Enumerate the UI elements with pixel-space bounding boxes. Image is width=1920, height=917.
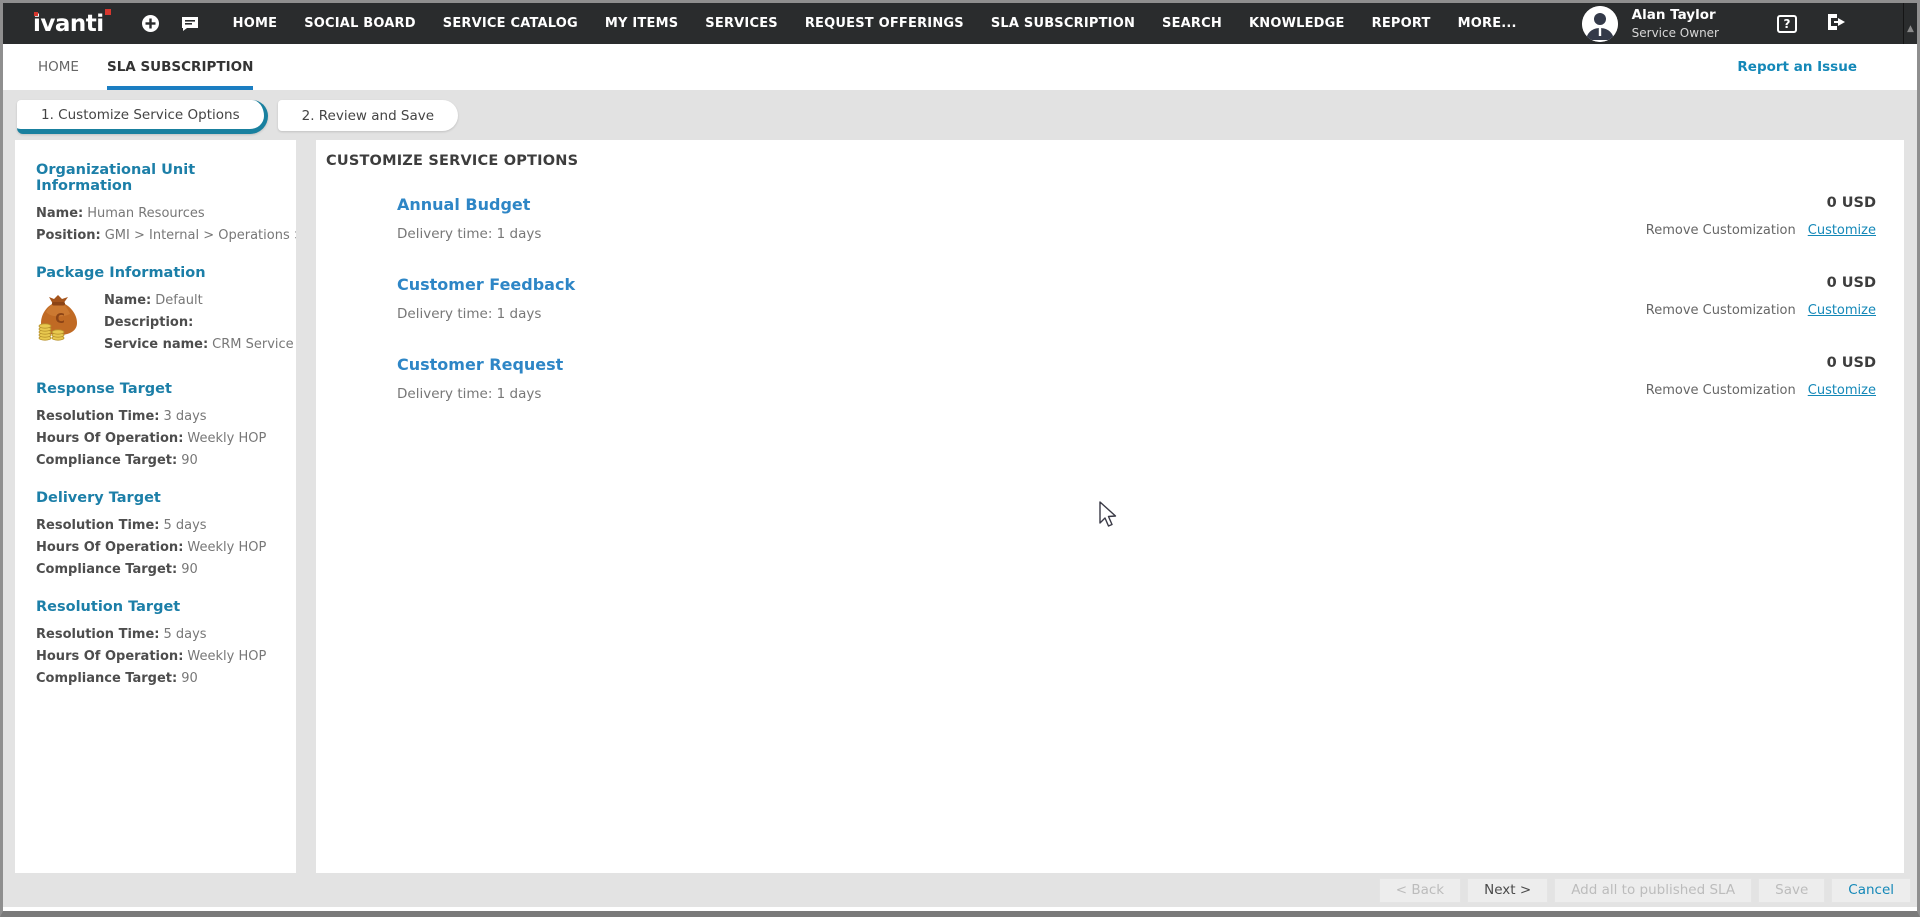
field-compliance-target: Compliance Target:90	[36, 562, 284, 577]
field-position: Position:GMI > Internal > Operations > H…	[36, 228, 284, 243]
top-navigation-bar: ivanti HOME SOCIAL BOARD SERVICE CATALOG…	[3, 3, 1917, 44]
menu-item-services[interactable]: SERVICES	[705, 16, 778, 31]
main-menu: HOME SOCIAL BOARD SERVICE CATALOG MY ITE…	[233, 16, 1517, 31]
option-price: 0 USD	[1646, 195, 1876, 211]
field-resolution-time: Resolution Time:5 days	[36, 518, 284, 533]
ivanti-logo: ivanti	[33, 11, 104, 37]
option-delivery-time: Delivery time: 1 days	[397, 306, 575, 322]
service-option-annual-budget: Annual Budget Delivery time: 1 days 0 US…	[326, 195, 1876, 242]
org-unit-section: Organizational Unit Information Name:Hum…	[36, 162, 284, 243]
chat-icon[interactable]	[181, 16, 199, 32]
option-price: 0 USD	[1646, 355, 1876, 371]
cancel-button[interactable]: Cancel	[1831, 878, 1911, 903]
add-all-to-published-sla-button[interactable]: Add all to published SLA	[1554, 878, 1752, 903]
menu-item-sla-subscription[interactable]: SLA SUBSCRIPTION	[991, 16, 1135, 31]
field-compliance-target: Compliance Target:90	[36, 671, 284, 686]
field-package-description: Description:	[104, 315, 294, 330]
customize-service-options-panel: CUSTOMIZE SERVICE OPTIONS Annual Budget …	[316, 140, 1904, 873]
section-title: Resolution Target	[36, 599, 284, 615]
add-icon[interactable]	[142, 15, 159, 32]
field-hours-of-operation: Hours Of Operation:Weekly HOP	[36, 649, 284, 664]
resolution-target-section: Resolution Target Resolution Time:5 days…	[36, 599, 284, 686]
tab-sla-subscription[interactable]: SLA SUBSCRIPTION	[107, 44, 253, 90]
remove-customization-link[interactable]: Remove Customization	[1646, 303, 1796, 318]
user-role: Service Owner	[1632, 26, 1719, 40]
remove-customization-link[interactable]: Remove Customization	[1646, 223, 1796, 238]
section-title: Response Target	[36, 381, 284, 397]
option-name-link[interactable]: Annual Budget	[397, 195, 541, 214]
app-window: ivanti HOME SOCIAL BOARD SERVICE CATALOG…	[0, 0, 1920, 917]
user-info[interactable]: Alan Taylor Service Owner	[1632, 7, 1719, 40]
option-delivery-time: Delivery time: 1 days	[397, 386, 563, 402]
money-bag-icon: C	[36, 293, 82, 341]
save-button[interactable]: Save	[1758, 878, 1825, 903]
field-package-name: Name:Default	[104, 293, 294, 308]
field-resolution-time: Resolution Time:3 days	[36, 409, 284, 424]
field-compliance-target: Compliance Target:90	[36, 453, 284, 468]
option-name-link[interactable]: Customer Feedback	[397, 275, 575, 294]
package-info-section: Package Information C	[36, 265, 284, 359]
menu-item-home[interactable]: HOME	[233, 16, 278, 31]
field-hours-of-operation: Hours Of Operation:Weekly HOP	[36, 540, 284, 555]
logout-icon[interactable]	[1827, 13, 1847, 35]
field-hours-of-operation: Hours Of Operation:Weekly HOP	[36, 431, 284, 446]
field-name: Name:Human Resources	[36, 206, 284, 221]
wizard-step-review-and-save[interactable]: 2. Review and Save	[278, 100, 458, 131]
service-option-customer-request: Customer Request Delivery time: 1 days 0…	[326, 355, 1876, 402]
option-price: 0 USD	[1646, 275, 1876, 291]
panel-title: CUSTOMIZE SERVICE OPTIONS	[326, 153, 1876, 169]
menu-item-more[interactable]: MORE...	[1458, 16, 1517, 31]
bottom-strip	[3, 907, 1917, 911]
section-title: Delivery Target	[36, 490, 284, 506]
wizard-footer-bar: < Back Next > Add all to published SLA S…	[3, 873, 1917, 907]
scrollbar-up-icon[interactable]: ▲	[1905, 24, 1916, 34]
menu-item-report[interactable]: REPORT	[1372, 16, 1431, 31]
section-title: Package Information	[36, 265, 284, 281]
next-button[interactable]: Next >	[1467, 878, 1548, 903]
remove-customization-link[interactable]: Remove Customization	[1646, 383, 1796, 398]
option-delivery-time: Delivery time: 1 days	[397, 226, 541, 242]
wizard-step-customize-service-options[interactable]: 1. Customize Service Options	[17, 100, 268, 134]
summary-sidebar: Organizational Unit Information Name:Hum…	[15, 140, 296, 873]
menu-item-knowledge[interactable]: KNOWLEDGE	[1249, 16, 1345, 31]
service-options-list: Annual Budget Delivery time: 1 days 0 US…	[326, 195, 1876, 402]
report-an-issue-link[interactable]: Report an Issue	[1737, 59, 1857, 75]
field-service-name: Service name:CRM Service	[104, 337, 294, 352]
menu-item-request-offerings[interactable]: REQUEST OFFERINGS	[805, 16, 964, 31]
service-option-customer-feedback: Customer Feedback Delivery time: 1 days …	[326, 275, 1876, 322]
customize-link[interactable]: Customize	[1808, 383, 1876, 398]
menu-item-service-catalog[interactable]: SERVICE CATALOG	[443, 16, 578, 31]
customize-link[interactable]: Customize	[1808, 223, 1876, 238]
section-title: Organizational Unit Information	[36, 162, 284, 194]
user-name: Alan Taylor	[1632, 7, 1719, 23]
delivery-target-section: Delivery Target Resolution Time:5 days H…	[36, 490, 284, 577]
option-name-link[interactable]: Customer Request	[397, 355, 563, 374]
help-icon[interactable]: ?	[1777, 15, 1797, 33]
user-area: Alan Taylor Service Owner ?	[1582, 6, 1917, 42]
back-button[interactable]: < Back	[1379, 878, 1461, 903]
menu-item-search[interactable]: SEARCH	[1162, 16, 1222, 31]
customize-link[interactable]: Customize	[1808, 303, 1876, 318]
menu-item-my-items[interactable]: MY ITEMS	[605, 16, 678, 31]
wizard-steps-bar: 1. Customize Service Options 2. Review a…	[3, 90, 1917, 140]
content-area: Organizational Unit Information Name:Hum…	[3, 140, 1917, 873]
workspace-tabbar: HOME SLA SUBSCRIPTION Report an Issue	[3, 44, 1917, 90]
field-resolution-time: Resolution Time:5 days	[36, 627, 284, 642]
response-target-section: Response Target Resolution Time:3 days H…	[36, 381, 284, 468]
menu-item-social-board[interactable]: SOCIAL BOARD	[304, 16, 416, 31]
user-avatar[interactable]	[1582, 6, 1618, 42]
tab-home[interactable]: HOME	[38, 44, 79, 90]
svg-text:C: C	[55, 312, 65, 327]
